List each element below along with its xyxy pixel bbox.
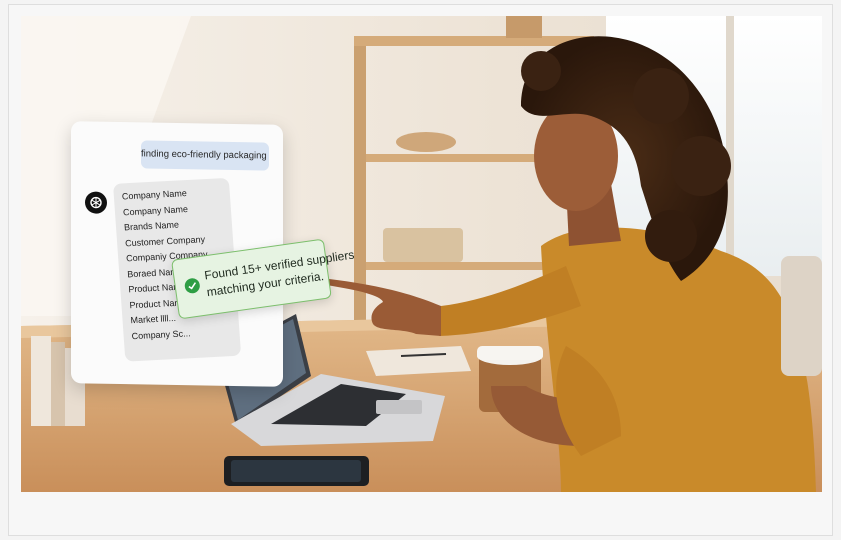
openai-logo-icon [85,191,107,214]
query-bubble: finding eco-friendly packaging suppliers [141,140,269,171]
cushion [781,256,822,376]
check-circle-icon [183,277,201,295]
office-photo: finding eco-friendly packaging suppliers… [21,16,822,492]
notebook [366,346,471,376]
caption-area [21,492,822,532]
smartphone [224,456,369,486]
